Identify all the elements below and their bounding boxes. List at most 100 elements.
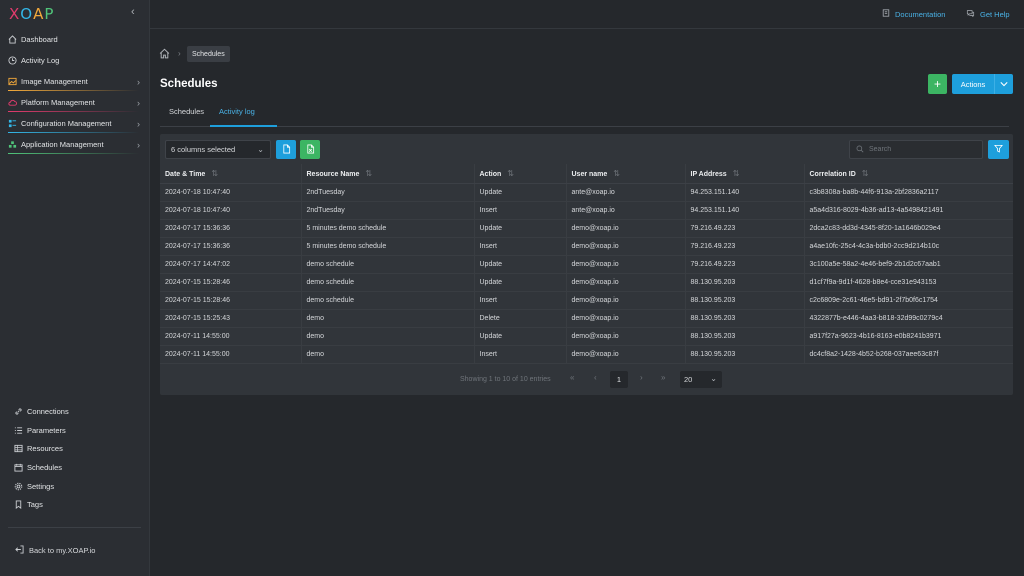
table-row[interactable]: 2024-07-15 15:28:46 demo schedule Update de… bbox=[160, 273, 1013, 292]
export-csv-button[interactable] bbox=[276, 140, 296, 159]
column-header-user-name[interactable]: User name ⇅ bbox=[565, 164, 685, 184]
sidebar-item-parameters[interactable]: Parameters bbox=[0, 421, 149, 440]
tab-activity-log[interactable]: Activity log bbox=[219, 107, 255, 116]
cell-ip-address: 88.130.95.203 bbox=[684, 327, 804, 346]
table-header-row: Date & Time ⇅ Resource Name ⇅ Action ⇅ User… bbox=[160, 164, 1013, 184]
cell-date-time: 2024-07-18 10:47:40 bbox=[160, 183, 301, 202]
cell-ip-address: 88.130.95.203 bbox=[684, 309, 804, 328]
accent-underline bbox=[8, 153, 139, 154]
page-number-button[interactable]: 1 bbox=[610, 371, 628, 388]
sidebar-item-label: Settings bbox=[27, 481, 55, 491]
cell-date-time: 2024-07-17 15:36:36 bbox=[160, 219, 301, 238]
cell-correlation-id: a5a4d316-8029-4b36-ad13-4a5498421491 bbox=[803, 201, 1013, 220]
tab-schedules[interactable]: Schedules bbox=[169, 107, 204, 116]
breadcrumb-current[interactable]: Schedules bbox=[187, 46, 230, 62]
column-header-date-time[interactable]: Date & Time ⇅ bbox=[160, 164, 301, 184]
sidebar-item-label: Activity Log bbox=[21, 56, 60, 65]
xoap-logo[interactable]: X O A P bbox=[9, 5, 54, 23]
collapse-sidebar-icon[interactable]: ‹ bbox=[131, 6, 135, 18]
cell-action: Update bbox=[473, 255, 566, 274]
search-input[interactable] bbox=[869, 146, 979, 153]
sidebar-item-image-management[interactable]: Image Management › bbox=[0, 71, 149, 92]
sidebar-item-resources[interactable]: Resources bbox=[0, 439, 149, 458]
actions-label: Actions bbox=[960, 79, 986, 89]
cell-resource-name: demo schedule bbox=[300, 273, 474, 292]
list-icon bbox=[14, 426, 23, 435]
sidebar: X O A P ‹ Dashboard Activity Log Image M… bbox=[0, 0, 150, 576]
sidebar-item-label: Application Management bbox=[21, 140, 104, 149]
next-page-icon[interactable]: › bbox=[640, 373, 643, 382]
cell-user-name: ante@xoap.io bbox=[565, 201, 685, 220]
config-icon bbox=[8, 119, 17, 128]
cell-date-time: 2024-07-11 14:55:00 bbox=[160, 345, 301, 364]
previous-page-icon[interactable]: ‹ bbox=[594, 373, 597, 382]
sidebar-item-label: Image Management bbox=[21, 77, 88, 86]
cell-user-name: demo@xoap.io bbox=[565, 273, 685, 292]
table-row[interactable]: 2024-07-17 15:36:36 5 minutes demo schedu… bbox=[160, 219, 1013, 238]
sidebar-item-label: Resources bbox=[27, 444, 63, 454]
resources-icon bbox=[14, 444, 23, 453]
page-size-value: 20 bbox=[684, 375, 693, 384]
sidebar-item-label: Configuration Management bbox=[21, 119, 112, 128]
link-icon bbox=[14, 407, 23, 416]
table-row[interactable]: 2024-07-17 14:47:02 demo schedule Update de… bbox=[160, 255, 1013, 274]
table-row[interactable]: 2024-07-18 10:47:40 2ndTuesday Update ante@… bbox=[160, 183, 1013, 202]
column-selector-label: 6 columns selected bbox=[171, 145, 236, 154]
cell-resource-name: demo bbox=[300, 309, 474, 328]
filter-button[interactable] bbox=[988, 140, 1009, 159]
column-header-correlation-id[interactable]: Correlation ID ⇅ bbox=[803, 164, 1013, 184]
cell-action: Delete bbox=[473, 309, 566, 328]
column-selector[interactable]: 6 columns selected ⌄ bbox=[165, 140, 271, 159]
cell-date-time: 2024-07-18 10:47:40 bbox=[160, 201, 301, 220]
table-row[interactable]: 2024-07-17 15:36:36 5 minutes demo schedu… bbox=[160, 237, 1013, 256]
sidebar-item-settings[interactable]: Settings bbox=[0, 477, 149, 496]
breadcrumb-separator: › bbox=[178, 49, 181, 58]
cell-correlation-id: dc4cf8a2-1428-4b52-b268-037aee63c87f bbox=[803, 345, 1013, 364]
sidebar-item-connections[interactable]: Connections bbox=[0, 402, 149, 421]
sidebar-item-tags[interactable]: Tags bbox=[0, 495, 149, 514]
actions-button[interactable]: Actions bbox=[952, 74, 1013, 94]
home-icon bbox=[8, 35, 17, 44]
chevron-down-icon[interactable] bbox=[994, 74, 1013, 94]
table-row[interactable]: 2024-07-11 14:55:00 demo Update demo@xoap.i… bbox=[160, 327, 1013, 346]
column-header-action[interactable]: Action ⇅ bbox=[473, 164, 566, 184]
sidebar-item-activity-log[interactable]: Activity Log bbox=[0, 50, 149, 71]
cell-correlation-id: c2c6809e-2c61-46e5-bd91-2f7b0f6c1754 bbox=[803, 291, 1013, 310]
sidebar-item-platform-management[interactable]: Platform Management › bbox=[0, 92, 149, 113]
gear-icon bbox=[14, 482, 23, 491]
column-header-resource-name[interactable]: Resource Name ⇅ bbox=[300, 164, 474, 184]
back-to-xoap-link[interactable]: Back to my.XOAP.io bbox=[15, 545, 95, 556]
accent-underline bbox=[8, 90, 139, 91]
cell-resource-name: demo schedule bbox=[300, 255, 474, 274]
add-button[interactable]: + bbox=[928, 74, 947, 94]
cell-correlation-id: 2dca2c83-dd3d-4345-8f20-1a1646b029e4 bbox=[803, 219, 1013, 238]
column-header-label: IP Address bbox=[690, 170, 727, 178]
table-row[interactable]: 2024-07-11 14:55:00 demo Insert demo@xoap.i… bbox=[160, 345, 1013, 364]
breadcrumb-home-icon[interactable] bbox=[159, 48, 171, 60]
column-header-ip-address[interactable]: IP Address ⇅ bbox=[684, 164, 804, 184]
filter-icon bbox=[994, 144, 1003, 155]
export-excel-button[interactable] bbox=[300, 140, 320, 159]
documentation-link[interactable]: Documentation bbox=[882, 9, 945, 19]
sidebar-item-configuration-management[interactable]: Configuration Management › bbox=[0, 113, 149, 134]
page-size-select[interactable]: 20 ⌄ bbox=[680, 371, 722, 388]
sidebar-item-application-management[interactable]: Application Management › bbox=[0, 134, 149, 155]
cell-action: Update bbox=[473, 183, 566, 202]
tab-bar: Schedules Activity log bbox=[160, 104, 1009, 127]
sidebar-item-dashboard[interactable]: Dashboard bbox=[0, 29, 149, 50]
table-row[interactable]: 2024-07-15 15:25:43 demo Delete demo@xoap.i… bbox=[160, 309, 1013, 328]
get-help-label: Get Help bbox=[980, 9, 1010, 19]
cell-ip-address: 88.130.95.203 bbox=[684, 273, 804, 292]
logo-letter-o: O bbox=[20, 5, 34, 23]
chevron-right-icon: › bbox=[137, 118, 140, 129]
sidebar-item-schedules[interactable]: Schedules bbox=[0, 458, 149, 477]
search-box[interactable] bbox=[849, 140, 983, 159]
table-row[interactable]: 2024-07-15 15:28:46 demo schedule Insert de… bbox=[160, 291, 1013, 310]
cell-ip-address: 88.130.95.203 bbox=[684, 291, 804, 310]
cell-date-time: 2024-07-17 15:36:36 bbox=[160, 237, 301, 256]
last-page-icon[interactable]: » bbox=[661, 373, 665, 382]
table-row[interactable]: 2024-07-18 10:47:40 2ndTuesday Insert ante@… bbox=[160, 201, 1013, 220]
get-help-link[interactable]: Get Help bbox=[966, 9, 1010, 19]
first-page-icon[interactable]: « bbox=[570, 373, 574, 382]
sidebar-item-label: Tags bbox=[27, 500, 43, 510]
